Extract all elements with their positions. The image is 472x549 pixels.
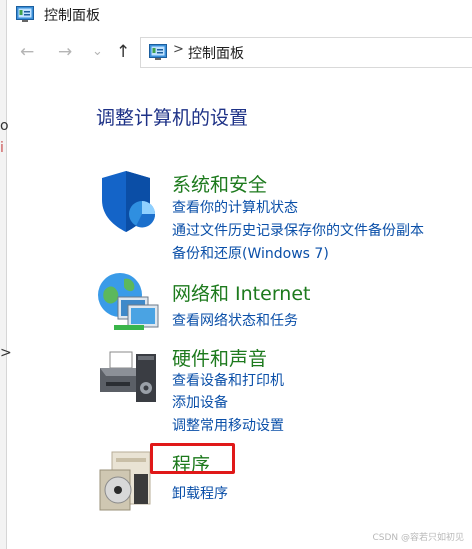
printer-icon — [100, 351, 156, 402]
background-text-fragment: o — [0, 118, 9, 134]
watermark: CSDN @容若只如初见 — [372, 533, 464, 543]
link-add-device[interactable]: 添加设备 — [172, 392, 228, 412]
window-title: 控制面板 — [44, 8, 100, 24]
breadcrumb-separator-icon[interactable]: > — [173, 42, 184, 57]
link-view-devices-printers[interactable]: 查看设备和打印机 — [172, 370, 284, 390]
address-bar[interactable]: > 控制面板 — [140, 37, 472, 68]
control-panel-icon — [16, 6, 34, 22]
recent-locations-chevron-icon[interactable]: ⌄ — [92, 42, 103, 62]
page-heading: 调整计算机的设置 — [96, 107, 249, 129]
background-text-fragment: > — [0, 345, 12, 361]
forward-arrow-icon[interactable]: → — [58, 42, 72, 62]
breadcrumb-control-panel[interactable]: 控制面板 — [188, 43, 244, 63]
highlight-box-programs — [150, 443, 235, 474]
title-bar: 控制面板 — [6, 0, 472, 30]
control-panel-icon — [149, 44, 167, 60]
category-title-system-security[interactable]: 系统和安全 — [172, 170, 267, 197]
background-window-edge: o i > — [0, 0, 12, 549]
network-globe-icon — [98, 273, 159, 330]
link-network-status-tasks[interactable]: 查看网络状态和任务 — [172, 310, 298, 330]
shield-icon — [102, 171, 156, 232]
link-view-computer-status[interactable]: 查看你的计算机状态 — [172, 197, 298, 217]
category-title-hardware-sound[interactable]: 硬件和声音 — [172, 344, 267, 371]
category-title-network-internet[interactable]: 网络和 Internet — [172, 279, 310, 306]
link-backup-restore-windows7[interactable]: 备份和还原(Windows 7) — [172, 243, 329, 263]
link-mobility-settings[interactable]: 调整常用移动设置 — [172, 415, 284, 435]
up-arrow-icon[interactable]: ↑ — [116, 42, 130, 62]
navigation-bar: ← → ⌄ ↑ > 控制面板 — [6, 34, 472, 72]
link-file-history-backup[interactable]: 通过文件历史记录保存你的文件备份副本 — [172, 220, 424, 240]
background-text-fragment: i — [0, 140, 4, 156]
back-arrow-icon[interactable]: ← — [20, 42, 34, 62]
link-uninstall-program[interactable]: 卸载程序 — [172, 483, 228, 503]
